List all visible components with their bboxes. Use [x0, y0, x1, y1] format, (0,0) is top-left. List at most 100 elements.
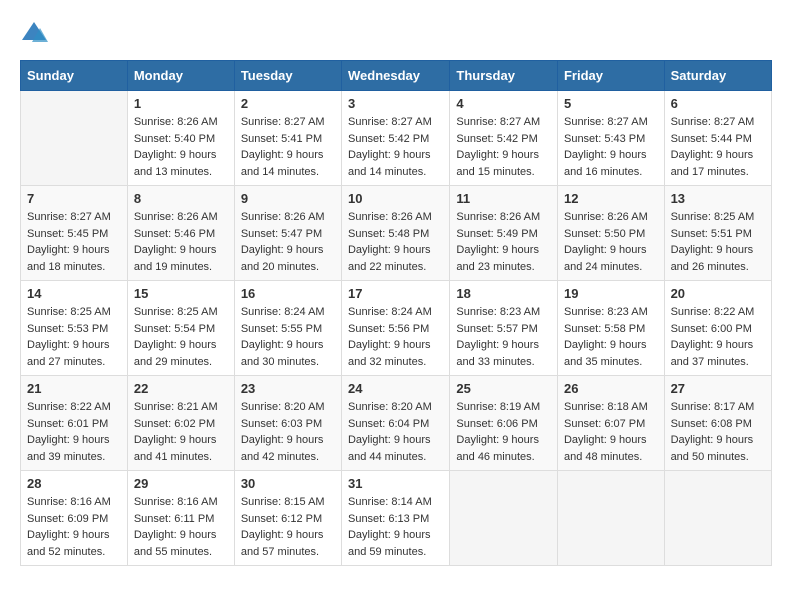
day-number: 4 — [456, 96, 551, 111]
calendar-cell: 27 Sunrise: 8:17 AMSunset: 6:08 PMDayligh… — [664, 376, 771, 471]
calendar-table: SundayMondayTuesdayWednesdayThursdayFrid… — [20, 60, 772, 566]
day-number: 22 — [134, 381, 228, 396]
calendar-cell: 16 Sunrise: 8:24 AMSunset: 5:55 PMDayligh… — [234, 281, 341, 376]
weekday-header-sunday: Sunday — [21, 61, 128, 91]
day-number: 31 — [348, 476, 443, 491]
day-number: 29 — [134, 476, 228, 491]
calendar-cell: 29 Sunrise: 8:16 AMSunset: 6:11 PMDayligh… — [127, 471, 234, 566]
day-info: Sunrise: 8:26 AMSunset: 5:49 PMDaylight:… — [456, 209, 551, 275]
day-info: Sunrise: 8:24 AMSunset: 5:55 PMDaylight:… — [241, 304, 335, 370]
day-info: Sunrise: 8:27 AMSunset: 5:41 PMDaylight:… — [241, 114, 335, 180]
day-info: Sunrise: 8:20 AMSunset: 6:04 PMDaylight:… — [348, 399, 443, 465]
day-info: Sunrise: 8:27 AMSunset: 5:44 PMDaylight:… — [671, 114, 765, 180]
day-number: 23 — [241, 381, 335, 396]
weekday-header-saturday: Saturday — [664, 61, 771, 91]
day-number: 28 — [27, 476, 121, 491]
day-info: Sunrise: 8:27 AMSunset: 5:43 PMDaylight:… — [564, 114, 658, 180]
day-number: 12 — [564, 191, 658, 206]
day-info: Sunrise: 8:26 AMSunset: 5:47 PMDaylight:… — [241, 209, 335, 275]
day-info: Sunrise: 8:21 AMSunset: 6:02 PMDaylight:… — [134, 399, 228, 465]
day-info: Sunrise: 8:25 AMSunset: 5:53 PMDaylight:… — [27, 304, 121, 370]
day-info: Sunrise: 8:25 AMSunset: 5:51 PMDaylight:… — [671, 209, 765, 275]
weekday-header-friday: Friday — [557, 61, 664, 91]
calendar-cell: 26 Sunrise: 8:18 AMSunset: 6:07 PMDayligh… — [557, 376, 664, 471]
calendar-cell: 30 Sunrise: 8:15 AMSunset: 6:12 PMDayligh… — [234, 471, 341, 566]
weekday-header-tuesday: Tuesday — [234, 61, 341, 91]
calendar-cell — [21, 91, 128, 186]
header — [20, 20, 772, 44]
day-number: 9 — [241, 191, 335, 206]
day-info: Sunrise: 8:20 AMSunset: 6:03 PMDaylight:… — [241, 399, 335, 465]
day-number: 24 — [348, 381, 443, 396]
calendar-cell — [664, 471, 771, 566]
day-info: Sunrise: 8:19 AMSunset: 6:06 PMDaylight:… — [456, 399, 551, 465]
day-number: 14 — [27, 286, 121, 301]
day-info: Sunrise: 8:18 AMSunset: 6:07 PMDaylight:… — [564, 399, 658, 465]
calendar-cell: 31Sunrise: 8:14 AMSunset: 6:13 PMDayligh… — [341, 471, 449, 566]
day-number: 5 — [564, 96, 658, 111]
calendar-cell: 24 Sunrise: 8:20 AMSunset: 6:04 PMDayligh… — [341, 376, 449, 471]
week-row-1: 1Sunrise: 8:26 AMSunset: 5:40 PMDaylight… — [21, 91, 772, 186]
day-info: Sunrise: 8:26 AMSunset: 5:48 PMDaylight:… — [348, 209, 443, 275]
day-info: Sunrise: 8:22 AMSunset: 6:00 PMDaylight:… — [671, 304, 765, 370]
day-number: 8 — [134, 191, 228, 206]
day-info: Sunrise: 8:27 AMSunset: 5:42 PMDaylight:… — [456, 114, 551, 180]
calendar-cell: 10Sunrise: 8:26 AMSunset: 5:48 PMDayligh… — [341, 186, 449, 281]
day-number: 13 — [671, 191, 765, 206]
calendar-cell: 18 Sunrise: 8:23 AMSunset: 5:57 PMDayligh… — [450, 281, 558, 376]
day-info: Sunrise: 8:26 AMSunset: 5:46 PMDaylight:… — [134, 209, 228, 275]
week-row-5: 28Sunrise: 8:16 AMSunset: 6:09 PMDayligh… — [21, 471, 772, 566]
calendar-cell: 3 Sunrise: 8:27 AMSunset: 5:42 PMDaylight… — [341, 91, 449, 186]
calendar-cell: 2 Sunrise: 8:27 AMSunset: 5:41 PMDaylight… — [234, 91, 341, 186]
day-number: 30 — [241, 476, 335, 491]
day-info: Sunrise: 8:23 AMSunset: 5:58 PMDaylight:… — [564, 304, 658, 370]
day-number: 1 — [134, 96, 228, 111]
day-info: Sunrise: 8:15 AMSunset: 6:12 PMDaylight:… — [241, 494, 335, 560]
day-info: Sunrise: 8:27 AMSunset: 5:45 PMDaylight:… — [27, 209, 121, 275]
calendar-cell: 4 Sunrise: 8:27 AMSunset: 5:42 PMDaylight… — [450, 91, 558, 186]
calendar-cell: 22 Sunrise: 8:21 AMSunset: 6:02 PMDayligh… — [127, 376, 234, 471]
week-row-3: 14 Sunrise: 8:25 AMSunset: 5:53 PMDayligh… — [21, 281, 772, 376]
calendar-cell: 11 Sunrise: 8:26 AMSunset: 5:49 PMDayligh… — [450, 186, 558, 281]
calendar-cell — [450, 471, 558, 566]
weekday-header-monday: Monday — [127, 61, 234, 91]
calendar-cell — [557, 471, 664, 566]
day-info: Sunrise: 8:23 AMSunset: 5:57 PMDaylight:… — [456, 304, 551, 370]
day-number: 25 — [456, 381, 551, 396]
day-number: 3 — [348, 96, 443, 111]
week-row-2: 7 Sunrise: 8:27 AMSunset: 5:45 PMDaylight… — [21, 186, 772, 281]
calendar-cell: 8 Sunrise: 8:26 AMSunset: 5:46 PMDaylight… — [127, 186, 234, 281]
day-number: 7 — [27, 191, 121, 206]
calendar-cell: 7 Sunrise: 8:27 AMSunset: 5:45 PMDaylight… — [21, 186, 128, 281]
week-row-4: 21Sunrise: 8:22 AMSunset: 6:01 PMDayligh… — [21, 376, 772, 471]
calendar-cell: 23 Sunrise: 8:20 AMSunset: 6:03 PMDayligh… — [234, 376, 341, 471]
day-info: Sunrise: 8:24 AMSunset: 5:56 PMDaylight:… — [348, 304, 443, 370]
day-info: Sunrise: 8:25 AMSunset: 5:54 PMDaylight:… — [134, 304, 228, 370]
day-info: Sunrise: 8:17 AMSunset: 6:08 PMDaylight:… — [671, 399, 765, 465]
calendar-cell: 21Sunrise: 8:22 AMSunset: 6:01 PMDayligh… — [21, 376, 128, 471]
day-number: 26 — [564, 381, 658, 396]
day-number: 16 — [241, 286, 335, 301]
day-number: 15 — [134, 286, 228, 301]
weekday-header-wednesday: Wednesday — [341, 61, 449, 91]
day-info: Sunrise: 8:26 AMSunset: 5:50 PMDaylight:… — [564, 209, 658, 275]
calendar-cell: 6 Sunrise: 8:27 AMSunset: 5:44 PMDaylight… — [664, 91, 771, 186]
day-number: 20 — [671, 286, 765, 301]
day-number: 2 — [241, 96, 335, 111]
day-number: 27 — [671, 381, 765, 396]
calendar-cell: 5 Sunrise: 8:27 AMSunset: 5:43 PMDaylight… — [557, 91, 664, 186]
calendar-cell: 13 Sunrise: 8:25 AMSunset: 5:51 PMDayligh… — [664, 186, 771, 281]
day-info: Sunrise: 8:16 AMSunset: 6:11 PMDaylight:… — [134, 494, 228, 560]
day-number: 19 — [564, 286, 658, 301]
day-number: 21 — [27, 381, 121, 396]
calendar-cell: 20 Sunrise: 8:22 AMSunset: 6:00 PMDayligh… — [664, 281, 771, 376]
calendar-cell: 14 Sunrise: 8:25 AMSunset: 5:53 PMDayligh… — [21, 281, 128, 376]
day-number: 17 — [348, 286, 443, 301]
day-number: 18 — [456, 286, 551, 301]
calendar-cell: 25 Sunrise: 8:19 AMSunset: 6:06 PMDayligh… — [450, 376, 558, 471]
day-number: 11 — [456, 191, 551, 206]
calendar-cell: 17 Sunrise: 8:24 AMSunset: 5:56 PMDayligh… — [341, 281, 449, 376]
day-number: 6 — [671, 96, 765, 111]
day-info: Sunrise: 8:27 AMSunset: 5:42 PMDaylight:… — [348, 114, 443, 180]
weekday-header-thursday: Thursday — [450, 61, 558, 91]
